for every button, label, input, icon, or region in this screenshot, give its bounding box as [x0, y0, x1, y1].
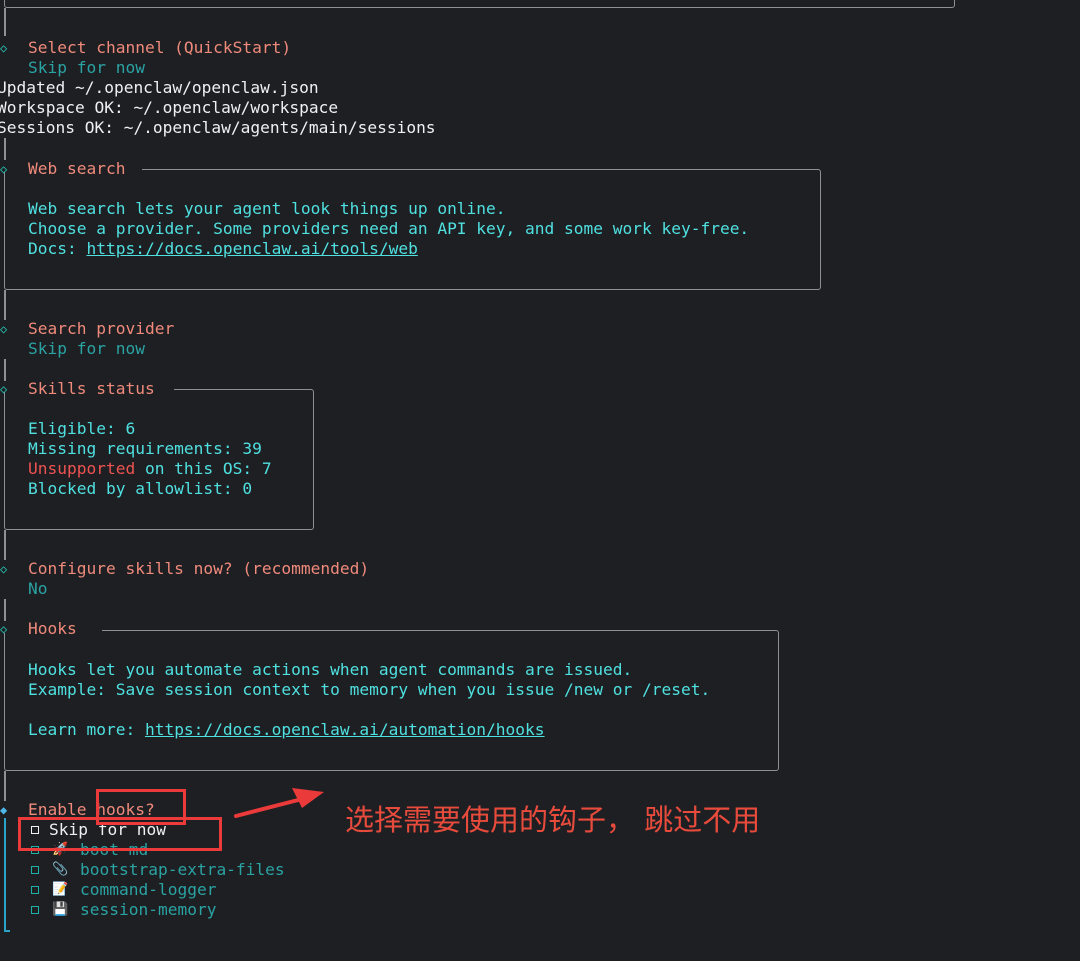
- docs-link[interactable]: https://docs.openclaw.ai/tools/web: [86, 239, 417, 258]
- checkbox-icon[interactable]: [31, 886, 39, 894]
- step-diamond-icon: ◇: [0, 41, 8, 55]
- step-diamond-icon: ◇: [0, 622, 8, 636]
- skills-blocked: Blocked by allowlist: 0: [28, 479, 253, 498]
- status-line: Workspace OK: ~/.openclaw/workspace: [0, 98, 339, 117]
- step-diamond-icon: ◇: [0, 162, 8, 176]
- unsupported-count: on this OS: 7: [135, 459, 272, 478]
- flow-rail: [4, 8, 6, 36]
- hooks-line: Example: Save session context to memory …: [28, 680, 711, 699]
- flow-rail: [4, 138, 6, 160]
- checkbox-icon[interactable]: [31, 866, 39, 874]
- flow-rail-active: [4, 818, 6, 932]
- search-provider-title: Search provider: [28, 319, 175, 338]
- web-search-line: Web search lets your agent look things u…: [28, 199, 506, 218]
- web-search-title: Web search: [28, 159, 126, 178]
- learn-more-label: Learn more:: [28, 720, 145, 739]
- hooks-line: Hooks let you automate actions when agen…: [28, 660, 633, 679]
- flow-rail-end: [4, 930, 10, 932]
- configure-skills-value: No: [28, 579, 48, 598]
- channel-title: Select channel (QuickStart): [28, 38, 292, 57]
- floppy-disk-icon: 💾: [52, 902, 69, 917]
- configure-skills-title: Configure skills now? (recommended): [28, 559, 370, 578]
- skills-eligible: Eligible: 6: [28, 419, 136, 438]
- hooks-learn-more: Learn more: https://docs.openclaw.ai/aut…: [28, 720, 545, 740]
- flow-rail: [4, 599, 6, 621]
- flow-rail: [4, 290, 6, 320]
- hook-option-label: command-logger: [80, 880, 217, 899]
- status-line: Updated ~/.openclaw/openclaw.json: [0, 78, 319, 97]
- channel-value: Skip for now: [28, 58, 145, 77]
- skills-status-title: Skills status: [28, 379, 155, 398]
- step-diamond-icon: ◇: [0, 322, 8, 336]
- active-step-diamond-icon: ◆: [0, 803, 8, 817]
- previous-section-box: [4, 0, 955, 8]
- status-line: Sessions OK: ~/.openclaw/agents/main/ses…: [0, 118, 436, 137]
- step-diamond-icon: ◇: [0, 562, 8, 576]
- checkbox-icon[interactable]: [31, 906, 39, 914]
- annotation-arrow-icon: [234, 788, 324, 818]
- paperclip-icon: 📎: [52, 862, 69, 877]
- hooks-docs-link[interactable]: https://docs.openclaw.ai/automation/hook…: [145, 720, 545, 739]
- hooks-title: Hooks: [28, 619, 77, 638]
- annotation-text: 选择需要使用的钩子， 跳过不用: [345, 803, 761, 837]
- web-search-docs: Docs: https://docs.openclaw.ai/tools/web: [28, 239, 418, 259]
- docs-label: Docs:: [28, 239, 87, 258]
- memo-icon: 📝: [52, 882, 69, 897]
- hooks-box: [4, 630, 779, 771]
- flow-rail: [4, 359, 6, 381]
- unsupported-word: Unsupported: [28, 459, 136, 478]
- hook-option-label: session-memory: [80, 900, 217, 919]
- step-diamond-icon: ◇: [0, 382, 8, 396]
- search-provider-value: Skip for now: [28, 339, 145, 358]
- skills-missing: Missing requirements: 39: [28, 439, 262, 458]
- skills-unsupported: Unsupported on this OS: 7: [28, 459, 272, 479]
- flow-rail: [4, 771, 6, 801]
- highlight-skip-box: [18, 817, 222, 851]
- flow-rail: [4, 530, 6, 560]
- web-search-line: Choose a provider. Some providers need a…: [28, 219, 750, 238]
- hook-option-label: bootstrap-extra-files: [80, 860, 285, 879]
